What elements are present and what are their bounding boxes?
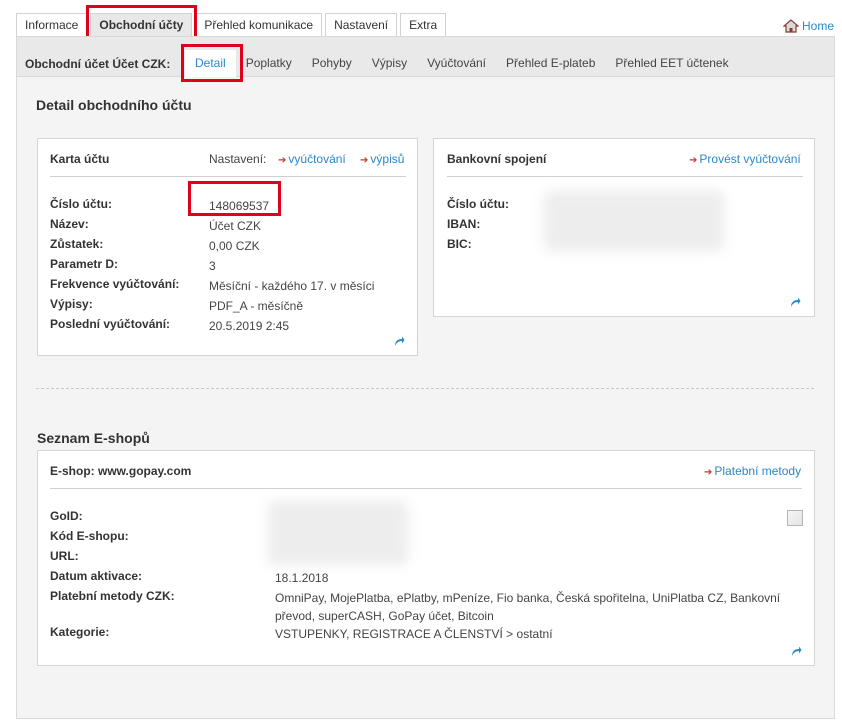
tab-extra[interactable]: Extra — [400, 13, 447, 37]
bank-field-label-account-number: Číslo účtu: — [447, 197, 509, 211]
card-separator — [50, 488, 802, 489]
content-frame: Obchodní účet Účet CZK: Detail Poplatky … — [16, 36, 835, 719]
top-tab-bar: Informace Obchodní účty Přehled komunika… — [16, 13, 449, 37]
refresh-icon[interactable] — [789, 296, 801, 308]
eshop-field-label-goid: GoID: — [50, 509, 83, 523]
perform-billing-link[interactable]: ➔ Provést vyúčtování — [689, 152, 801, 166]
field-value-last-billing: 20.5.2019 2:45 — [209, 319, 290, 333]
card-separator — [447, 176, 803, 177]
refresh-icon[interactable] — [790, 645, 802, 657]
field-value-parameter-d: 3 — [209, 259, 216, 273]
eshop-field-label-url: URL: — [50, 549, 79, 563]
account-card: Karta účtu Nastavení: ➔ vyúčtování ➔ výpis… — [37, 138, 418, 356]
eshop-field-label-code: Kód E-shopu: — [50, 529, 129, 543]
perform-billing-label[interactable]: Provést vyúčtování — [699, 152, 800, 166]
broken-image-icon — [787, 510, 803, 526]
bank-card: Bankovní spojení ➔ Provést vyúčtování Čís… — [433, 138, 815, 317]
section-divider — [36, 388, 814, 389]
eshop-field-value-activation-date: 18.1.2018 — [275, 571, 329, 585]
subtab-vyuctovani[interactable]: Vyúčtování — [417, 50, 496, 77]
account-subtabs: Detail Poplatky Pohyby Výpisy Vyúčtování… — [185, 50, 739, 77]
field-label-statements: Výpisy: — [50, 297, 93, 311]
field-label-name: Název: — [50, 217, 89, 231]
eshop-field-value-category: VSTUPENKY, REGISTRACE A ČLENSTVÍ > ostat… — [275, 627, 553, 641]
subtab-prehled-e-plateb[interactable]: Přehled E-plateb — [496, 50, 605, 77]
highlight-box-tab — [86, 5, 197, 39]
field-label-billing-frequency: Frekvence vyúčtování: — [50, 277, 180, 291]
detail-heading: Detail obchodního účtu — [36, 97, 192, 113]
settings-label: Nastavení: — [209, 152, 267, 166]
arrow-right-icon: ➔ — [704, 467, 713, 478]
field-label-account-number: Číslo účtu: — [50, 197, 112, 211]
field-label-parameter-d: Parametr D: — [50, 257, 119, 271]
eshop-field-label-activation-date: Datum aktivace: — [50, 569, 143, 583]
bank-card-title: Bankovní spojení — [447, 152, 547, 166]
billing-settings-link[interactable]: ➔ vyúčtování — [278, 152, 346, 166]
field-value-billing-frequency: Měsíční - každého 17. v měsíci — [209, 279, 375, 293]
refresh-icon[interactable] — [393, 335, 405, 347]
payment-methods-label[interactable]: Platební metody — [714, 464, 801, 478]
account-subnav-title: Obchodní účet Účet CZK: — [25, 57, 171, 71]
highlight-box-subtab — [181, 44, 243, 82]
bank-field-label-bic: BIC: — [447, 237, 472, 251]
home-link[interactable]: Home — [782, 13, 834, 33]
field-label-balance: Zůstatek: — [50, 237, 104, 251]
subtab-poplatky[interactable]: Poplatky — [236, 50, 302, 77]
eshop-field-value-payment-methods-line2: převod, superCASH, GoPay účet, Bitcoin — [275, 609, 494, 623]
arrow-right-icon: ➔ — [689, 155, 698, 166]
tab-prehled-komunikace[interactable]: Přehled komunikace — [195, 13, 323, 37]
payment-methods-link[interactable]: ➔ Platební metody — [704, 464, 801, 478]
bank-field-label-iban: IBAN: — [447, 217, 481, 231]
subtab-vypisy[interactable]: Výpisy — [362, 50, 417, 77]
eshop-field-value-payment-methods-line1: OmniPay, MojePlatba, ePlatby, mPeníze, F… — [275, 591, 781, 605]
statements-settings-link[interactable]: ➔ výpisů — [360, 152, 404, 166]
eshops-heading: Seznam E-shopů — [37, 430, 150, 446]
highlight-box-account-number — [188, 181, 281, 216]
tab-nastaveni[interactable]: Nastavení — [325, 13, 398, 37]
redacted-bank-details — [544, 191, 724, 251]
home-icon — [782, 19, 800, 33]
billing-settings-label[interactable]: vyúčtování — [288, 152, 345, 166]
subtab-pohyby[interactable]: Pohyby — [302, 50, 362, 77]
redacted-eshop-details — [268, 501, 408, 565]
statements-settings-label[interactable]: výpisů — [370, 152, 404, 166]
field-value-balance: 0,00 CZK — [209, 239, 260, 253]
account-subnav: Obchodní účet Účet CZK: Detail Poplatky … — [17, 37, 834, 77]
card-separator — [50, 176, 406, 177]
eshop-field-label-payment-methods: Platební metody CZK: — [50, 589, 175, 603]
arrow-right-icon: ➔ — [360, 155, 369, 166]
eshop-field-label-category: Kategorie: — [50, 625, 110, 639]
home-label[interactable]: Home — [802, 19, 834, 33]
eshop-card: E-shop: www.gopay.com ➔ Platební metody G… — [37, 450, 815, 666]
account-card-title: Karta účtu — [50, 152, 110, 166]
field-value-name: Účet CZK — [209, 219, 262, 233]
field-label-last-billing: Poslední vyúčtování: — [50, 317, 171, 331]
field-value-statements: PDF_A - měsíčně — [209, 299, 304, 313]
arrow-right-icon: ➔ — [278, 155, 287, 166]
tab-informace[interactable]: Informace — [16, 13, 88, 37]
subtab-prehled-eet[interactable]: Přehled EET účtenek — [605, 50, 738, 77]
eshop-card-title: E-shop: www.gopay.com — [50, 464, 192, 478]
